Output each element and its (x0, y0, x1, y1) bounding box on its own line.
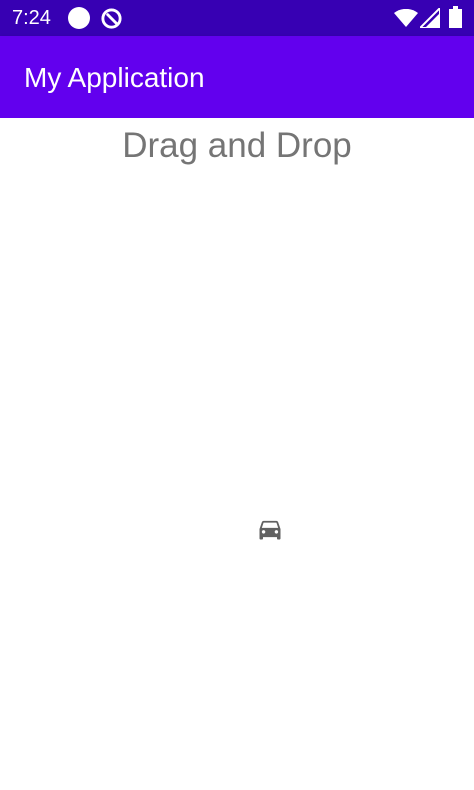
q-icon (101, 8, 122, 29)
dot-icon (68, 7, 90, 29)
signal-icon (420, 8, 440, 28)
wifi-icon (394, 9, 418, 27)
status-bar: 7:24 (0, 0, 474, 36)
status-time: 7:24 (12, 7, 51, 29)
battery-icon (449, 6, 462, 28)
car-icon[interactable] (255, 515, 285, 543)
app-title: My Application (24, 62, 205, 93)
drag-drop-title: Drag and Drop (122, 126, 352, 165)
drag-drop-content: Drag and Drop (0, 118, 474, 790)
app-bar: My Application (0, 36, 474, 118)
